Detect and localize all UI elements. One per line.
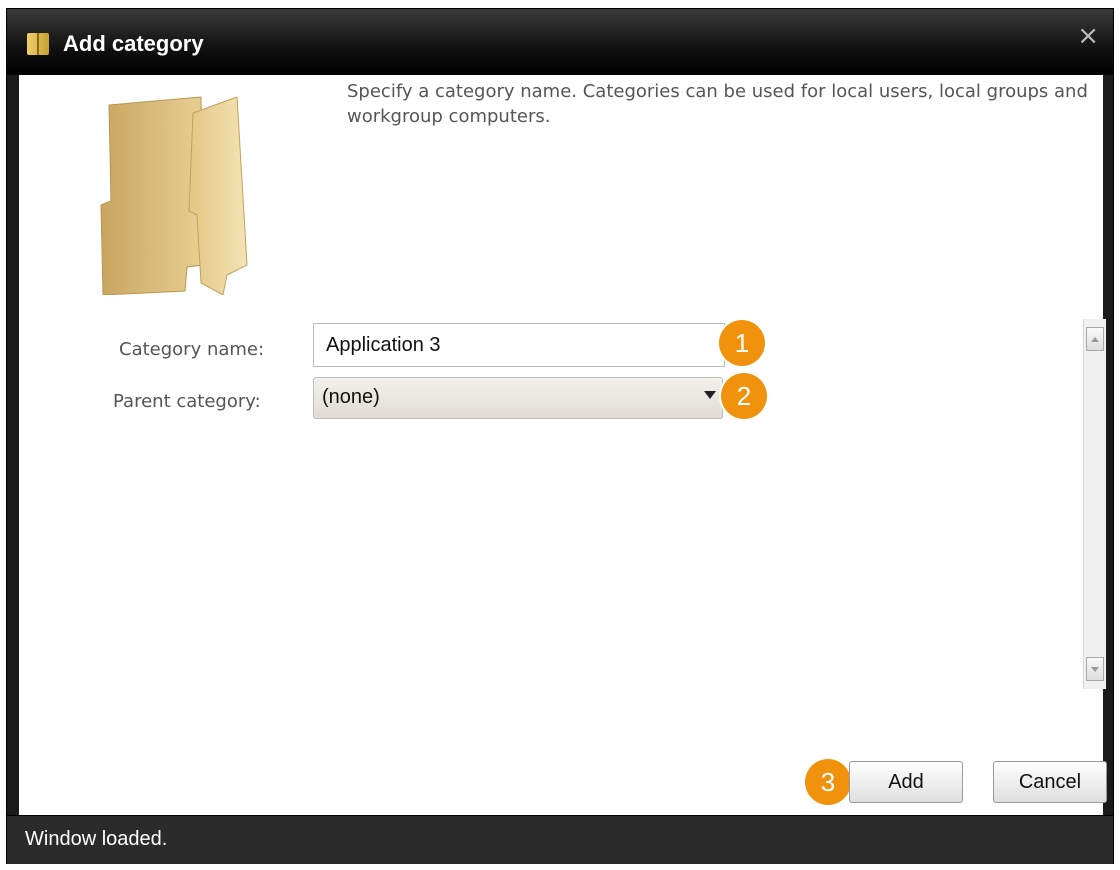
dialog-content: Specify a category name. Categories can … — [19, 75, 1107, 815]
description-text: Specify a category name. Categories can … — [347, 81, 1088, 127]
category-name-input[interactable] — [313, 323, 725, 367]
category-name-label: Category name: — [119, 339, 265, 360]
folder-icon — [100, 96, 248, 295]
status-bar: Window loaded. — [7, 815, 1113, 864]
scroll-up-button[interactable] — [1086, 327, 1104, 351]
add-button[interactable]: Add — [849, 761, 963, 803]
folder-icon — [27, 33, 49, 55]
status-text: Window loaded. — [25, 828, 168, 850]
scroll-down-button[interactable] — [1086, 657, 1104, 681]
vertical-scrollbar[interactable] — [1083, 319, 1106, 689]
step-badge-2: 2 — [721, 373, 767, 419]
step-badge-1: 1 — [719, 320, 765, 366]
parent-category-value: (none) — [322, 386, 380, 408]
close-icon[interactable]: × — [1077, 23, 1099, 49]
chevron-down-icon — [704, 391, 716, 399]
parent-category-label: Parent category: — [113, 391, 261, 412]
title-bar: Add category × — [7, 9, 1113, 75]
parent-category-dropdown[interactable]: (none) — [313, 377, 723, 419]
cancel-button[interactable]: Cancel — [993, 761, 1107, 803]
step-badge-3: 3 — [805, 759, 851, 805]
add-category-window: Add category × Specify a category name. … — [6, 8, 1114, 864]
window-title: Add category — [63, 31, 204, 56]
